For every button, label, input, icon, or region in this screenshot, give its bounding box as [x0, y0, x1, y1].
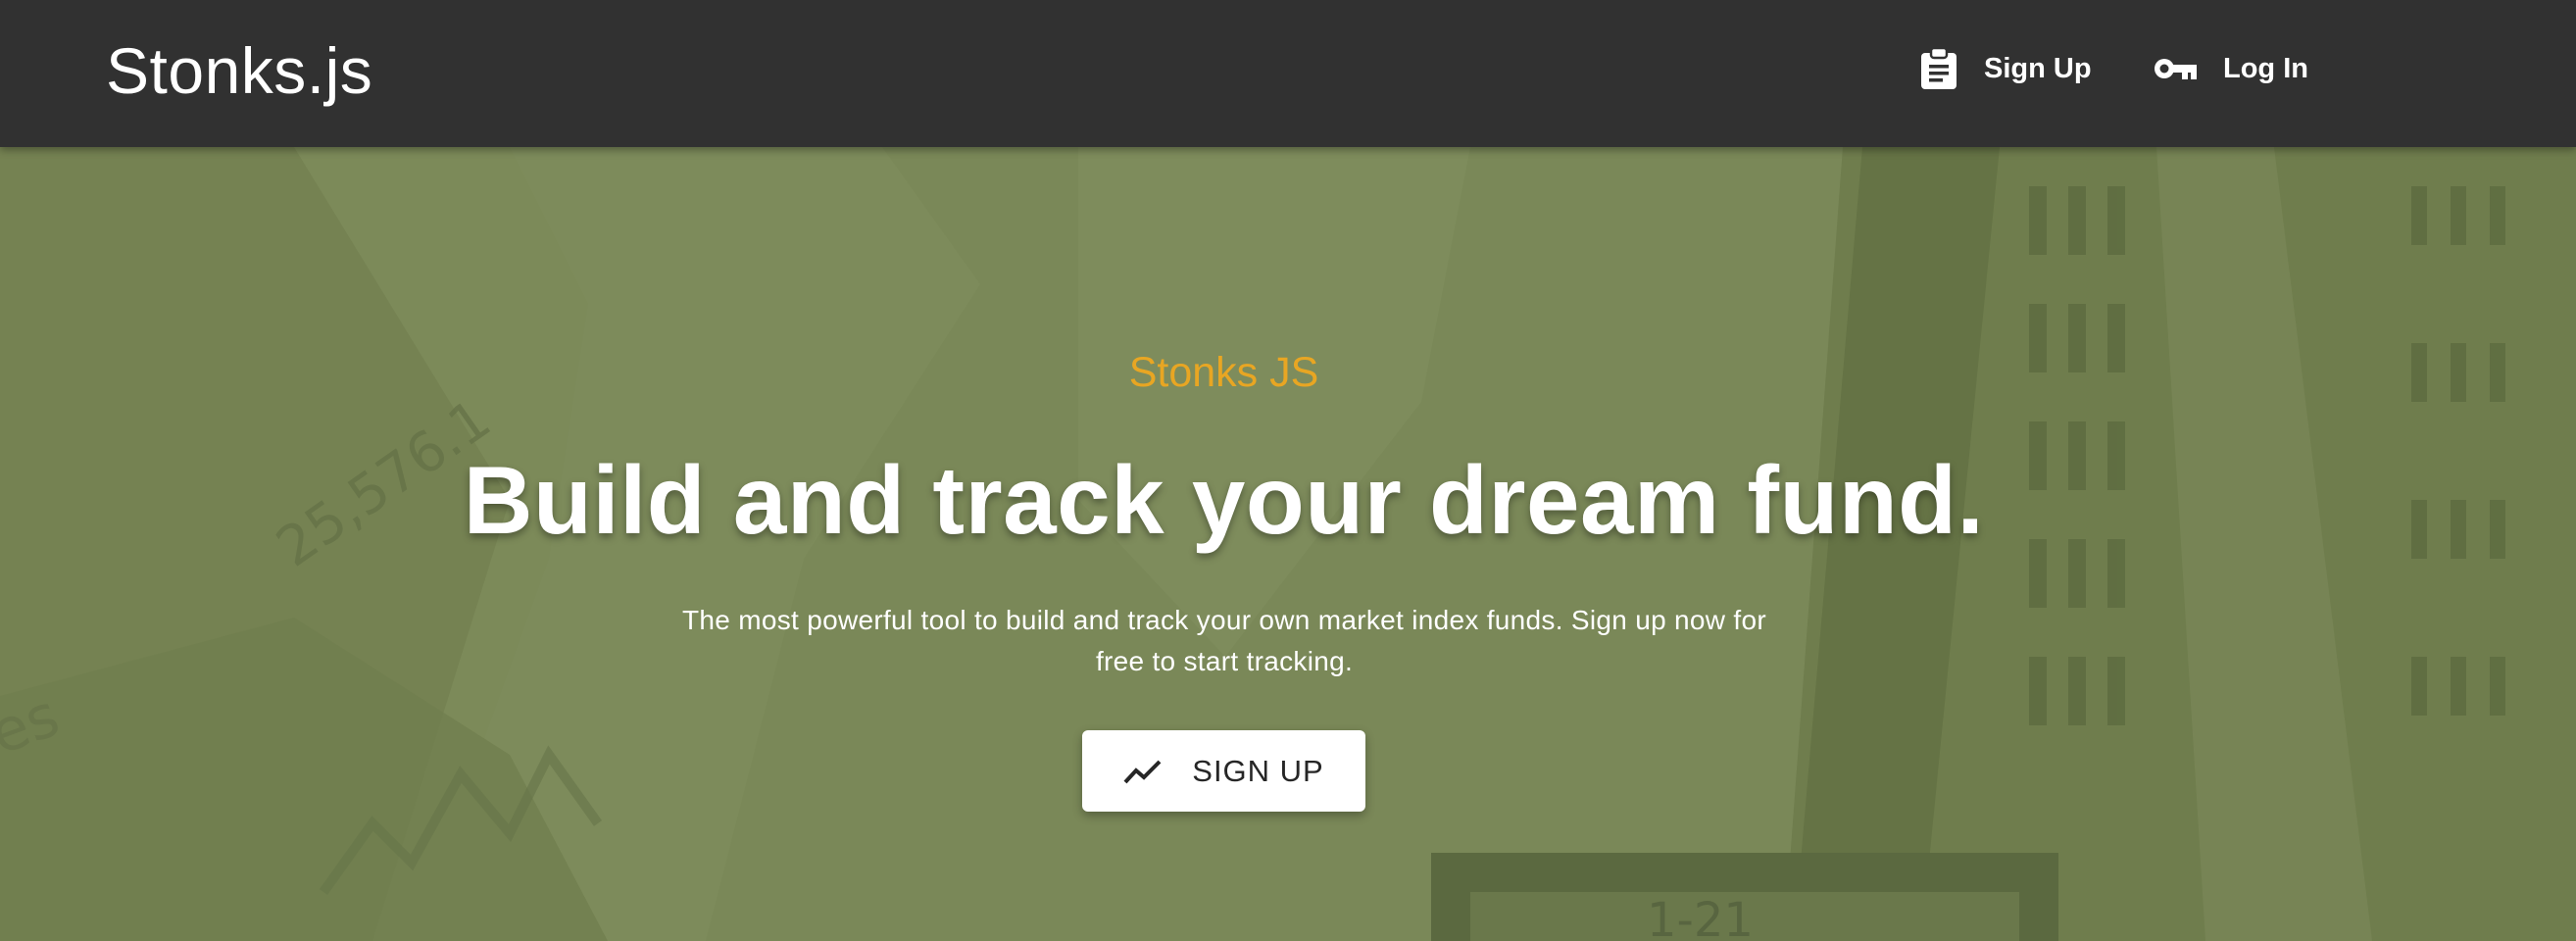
key-icon: [2153, 56, 2198, 81]
hero-subtext-line: free to start tracking.: [1095, 646, 1354, 676]
top-navbar: Stonks.js Sign Up Log In: [0, 0, 2576, 147]
hero-headline: Build and track your dream fund.: [463, 446, 1985, 554]
nav-sign-up-label: Sign Up: [1984, 52, 2092, 84]
nav-log-in-link[interactable]: Log In: [2153, 39, 2308, 98]
hero-section: 25,576.1 es 1-21 Stonks JS Build and tra…: [0, 147, 2576, 941]
hero-subtext-line: The most powerful tool to build and trac…: [682, 605, 1766, 635]
hero-sign-up-button[interactable]: SIGN UP: [1082, 730, 1365, 812]
hero-subtext: The most powerful tool to build and trac…: [647, 600, 1802, 682]
nav-log-in-label: Log In: [2223, 52, 2308, 84]
brand-logo[interactable]: Stonks.js: [106, 31, 372, 110]
hero-sign-up-label: SIGN UP: [1192, 753, 1324, 788]
hero-eyebrow: Stonks JS: [1128, 349, 1319, 396]
nav-sign-up-link[interactable]: Sign Up: [1919, 39, 2092, 98]
trending-up-icon: [1123, 758, 1163, 785]
clipboard-icon: [1919, 47, 1958, 90]
background-sign-text: 1-21: [1647, 893, 1754, 941]
